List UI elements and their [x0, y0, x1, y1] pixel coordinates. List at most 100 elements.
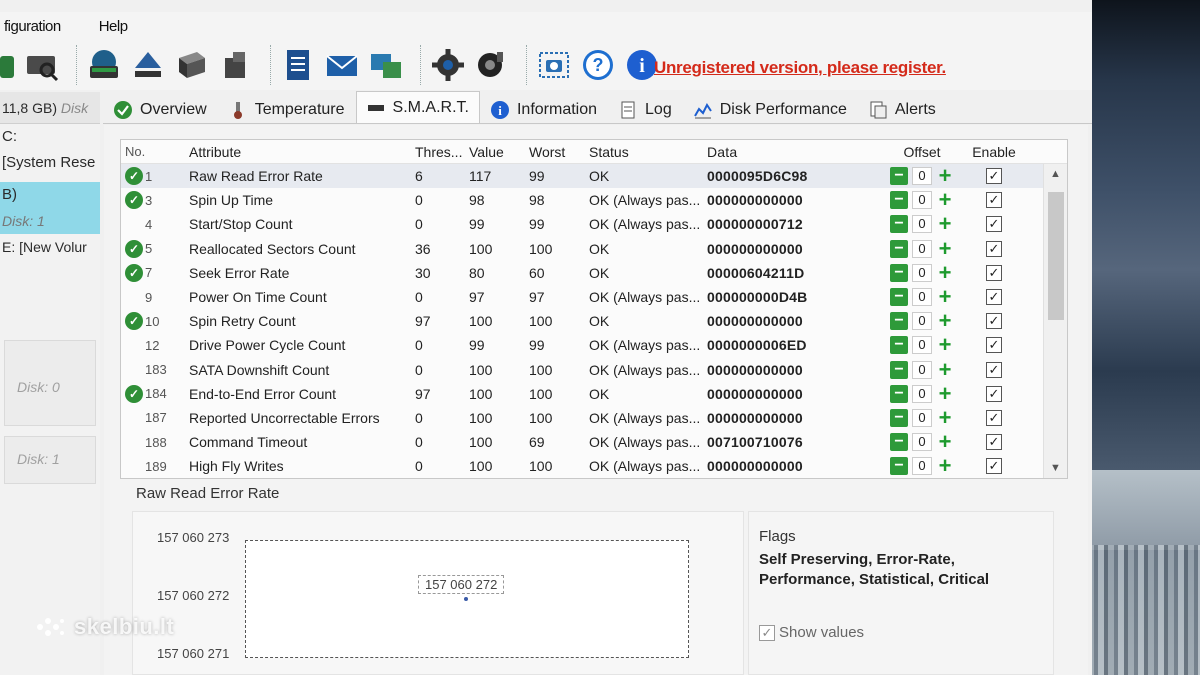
show-values-checkbox[interactable]: ✓	[759, 624, 775, 641]
drives-icon[interactable]	[174, 47, 210, 83]
scroll-up-icon[interactable]: ▲	[1050, 168, 1061, 180]
minus-icon[interactable]: −	[890, 433, 908, 452]
offset-value[interactable]: 0	[912, 239, 932, 258]
minus-icon[interactable]: −	[890, 191, 908, 210]
offset-value[interactable]: 0	[912, 457, 932, 476]
partial-icon[interactable]	[0, 47, 20, 83]
table-row[interactable]: ✓ 7 Seek Error Rate 30 80 60 OK 00000604211D −0 +…	[121, 260, 1067, 285]
network-icon[interactable]	[368, 47, 404, 83]
col-enable[interactable]: Enable	[965, 144, 1023, 160]
plus-icon[interactable]: +	[936, 260, 954, 285]
table-row[interactable]: ✓ 184 End-to-End Error Count 97 100 100 OK 0000…	[121, 381, 1067, 406]
report-icon[interactable]	[280, 47, 316, 83]
plus-icon[interactable]: +	[936, 357, 954, 382]
disk-0-box[interactable]: Disk: 0	[4, 340, 96, 426]
offset-value[interactable]: 0	[912, 167, 932, 186]
enable-checkbox[interactable]: ✓	[986, 313, 1002, 330]
col-attribute[interactable]: Attribute	[185, 144, 413, 160]
mail-icon[interactable]	[324, 47, 360, 83]
volume-c[interactable]: C:	[0, 124, 100, 150]
table-row[interactable]: ✓ 1 Raw Read Error Rate 6 117 99 OK 0000095D6C9…	[121, 163, 1067, 189]
plus-icon[interactable]: +	[936, 187, 954, 212]
plus-icon[interactable]: +	[936, 453, 954, 478]
plus-icon[interactable]: +	[936, 381, 954, 406]
table-row[interactable]: 9 Power On Time Count 0 97 97 OK (Always pas.…	[121, 284, 1067, 309]
minus-icon[interactable]: −	[890, 288, 908, 307]
enable-checkbox[interactable]: ✓	[986, 168, 1002, 185]
scroll-thumb[interactable]	[1048, 192, 1064, 320]
health-disk-icon[interactable]	[86, 47, 122, 83]
offset-value[interactable]: 0	[912, 384, 932, 403]
selected-disk-number[interactable]: Disk: 1	[0, 208, 100, 234]
offset-value[interactable]: 0	[912, 336, 932, 355]
enable-checkbox[interactable]: ✓	[986, 240, 1002, 257]
table-row[interactable]: 187 Reported Uncorrectable Errors 0 100 100 O…	[121, 405, 1067, 430]
table-row[interactable]: ✓ 3 Spin Up Time 0 98 98 OK (Always pas... 0000…	[121, 187, 1067, 212]
enable-checkbox[interactable]: ✓	[986, 385, 1002, 402]
offset-value[interactable]: 0	[912, 191, 932, 210]
show-values-option[interactable]: ✓ Show values	[759, 624, 864, 641]
minus-icon[interactable]: −	[890, 360, 908, 379]
plus-icon[interactable]: +	[936, 284, 954, 309]
plus-icon[interactable]: +	[936, 163, 954, 188]
plus-icon[interactable]: +	[936, 308, 954, 333]
enable-checkbox[interactable]: ✓	[986, 434, 1002, 451]
minus-icon[interactable]: −	[890, 239, 908, 258]
minus-icon[interactable]: −	[890, 336, 908, 355]
offset-value[interactable]: 0	[912, 288, 932, 307]
col-data[interactable]: Data	[707, 144, 879, 160]
minus-icon[interactable]: −	[890, 384, 908, 403]
offset-value[interactable]: 0	[912, 215, 932, 234]
eject-icon[interactable]	[130, 47, 166, 83]
col-no[interactable]: No.	[121, 144, 185, 159]
enable-checkbox[interactable]: ✓	[986, 192, 1002, 209]
minus-icon[interactable]: −	[890, 215, 908, 234]
speaker-icon[interactable]	[474, 47, 510, 83]
scroll-down-icon[interactable]: ▼	[1050, 462, 1061, 474]
plus-icon[interactable]: +	[936, 332, 954, 357]
table-row[interactable]: ✓ 5 Reallocated Sectors Count 36 100 100 OK 000…	[121, 236, 1067, 261]
enable-checkbox[interactable]: ✓	[986, 264, 1002, 281]
offset-value[interactable]: 0	[912, 312, 932, 331]
menu-configuration[interactable]: figuration	[4, 18, 61, 35]
minus-icon[interactable]: −	[890, 457, 908, 476]
tab-overview[interactable]: Overview	[103, 95, 218, 123]
plus-icon[interactable]: +	[936, 236, 954, 261]
tab-alerts[interactable]: Alerts	[858, 95, 947, 123]
selected-disk[interactable]: B)	[0, 182, 100, 208]
minus-icon[interactable]: −	[890, 167, 908, 186]
screenshot-icon[interactable]	[536, 47, 572, 83]
help-icon[interactable]: ?	[580, 47, 616, 83]
plus-icon[interactable]: +	[936, 211, 954, 236]
unregistered-link[interactable]: Unregistered version, please register.	[654, 58, 946, 78]
tab-disk-performance[interactable]: Disk Performance	[683, 95, 858, 123]
table-row[interactable]: 188 Command Timeout 0 100 69 OK (Always pas..…	[121, 429, 1067, 454]
table-scrollbar[interactable]: ▲ ▼	[1043, 164, 1067, 478]
menu-help[interactable]: Help	[99, 18, 128, 35]
tab-temperature[interactable]: Temperature	[218, 95, 356, 123]
enable-checkbox[interactable]: ✓	[986, 409, 1002, 426]
tools-icon[interactable]	[218, 47, 254, 83]
table-row[interactable]: 12 Drive Power Cycle Count 0 99 99 OK (Always…	[121, 332, 1067, 357]
offset-value[interactable]: 0	[912, 433, 932, 452]
offset-value[interactable]: 0	[912, 360, 932, 379]
col-threshold[interactable]: Thres...	[413, 144, 469, 160]
disk-search-icon[interactable]	[24, 47, 60, 83]
volume-e[interactable]: E: [New Volur	[0, 234, 100, 260]
table-row[interactable]: 183 SATA Downshift Count 0 100 100 OK (Always…	[121, 357, 1067, 382]
enable-checkbox[interactable]: ✓	[986, 458, 1002, 475]
col-status[interactable]: Status	[589, 144, 707, 160]
table-row[interactable]: 189 High Fly Writes 0 100 100 OK (Always pas.…	[121, 453, 1067, 478]
col-offset[interactable]: Offset	[879, 144, 965, 160]
table-row[interactable]: 4 Start/Stop Count 0 99 99 OK (Always pas... 0…	[121, 211, 1067, 236]
enable-checkbox[interactable]: ✓	[986, 289, 1002, 306]
tab-log[interactable]: Log	[608, 95, 683, 123]
enable-checkbox[interactable]: ✓	[986, 337, 1002, 354]
volume-system-reserved[interactable]: [System Rese	[0, 150, 100, 176]
disk-1-box[interactable]: Disk: 1	[4, 436, 96, 484]
enable-checkbox[interactable]: ✓	[986, 361, 1002, 378]
offset-value[interactable]: 0	[912, 263, 932, 282]
table-row[interactable]: ✓ 10 Spin Retry Count 97 100 100 OK 00000000000…	[121, 308, 1067, 333]
enable-checkbox[interactable]: ✓	[986, 216, 1002, 233]
settings-gear-icon[interactable]	[430, 47, 466, 83]
